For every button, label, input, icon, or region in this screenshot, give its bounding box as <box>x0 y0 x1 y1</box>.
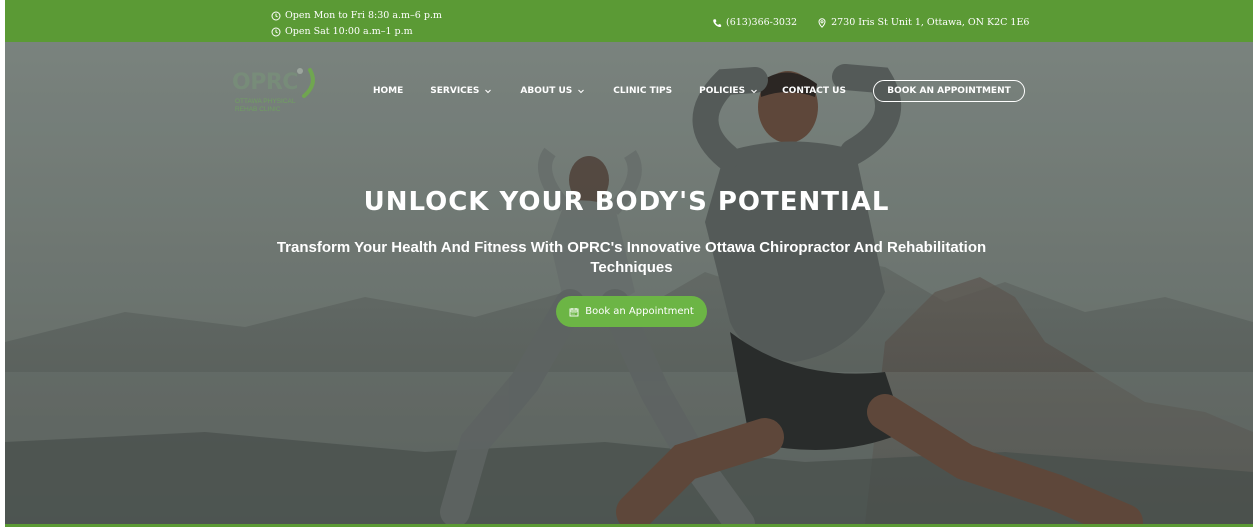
nav-services-label: SERVICES <box>430 86 480 96</box>
book-appointment-cta-button[interactable]: Book an Appointment <box>556 296 707 327</box>
hero-dark-overlay <box>5 42 1253 524</box>
chevron-down-icon <box>577 87 585 95</box>
nav-clinic-tips[interactable]: CLINIC TIPS <box>613 86 672 96</box>
chevron-down-icon <box>484 87 492 95</box>
chevron-down-icon <box>750 87 758 95</box>
logo-tagline-line2: Rehab Clinic <box>235 106 281 113</box>
phone-link[interactable]: (613)366-3032 <box>712 17 797 28</box>
logo-tagline: Ottawa Physical Rehab Clinic <box>235 98 315 114</box>
book-appointment-cta-label: Book an Appointment <box>585 306 694 317</box>
hours-weekday: Open Mon to Fri 8:30 a.m–6 p.m <box>271 8 442 24</box>
book-appointment-nav-label: BOOK AN APPOINTMENT <box>887 86 1011 96</box>
hours-saturday-text: Open Sat 10:00 a.m–1 p.m <box>285 26 413 37</box>
hero-headline: UNLOCK YOUR BODY'S POTENTIAL <box>363 187 890 217</box>
nav-contact-us[interactable]: CONTACT US <box>782 86 846 96</box>
address-link[interactable]: 2730 Iris St Unit 1, Ottawa, ON K2C 1E6 <box>817 17 1029 28</box>
logo-tagline-line1: Ottawa Physical <box>235 98 296 105</box>
calendar-icon <box>569 307 579 317</box>
address-text: 2730 Iris St Unit 1, Ottawa, ON K2C 1E6 <box>831 17 1030 28</box>
nav-services[interactable]: SERVICES <box>430 86 492 96</box>
hero-subheadline: Transform Your Health And Fitness With O… <box>276 239 987 276</box>
top-info-bar: Open Mon to Fri 8:30 a.m–6 p.m Open Sat … <box>5 0 1253 42</box>
nav-about-us-label: ABOUT US <box>520 86 573 96</box>
nav-contact-us-label: CONTACT US <box>782 86 846 96</box>
clock-icon <box>271 27 281 37</box>
opening-hours: Open Mon to Fri 8:30 a.m–6 p.m Open Sat … <box>271 8 442 40</box>
contact-info: (613)366-3032 2730 Iris St Unit 1, Ottaw… <box>712 17 1029 28</box>
nav-home[interactable]: HOME <box>373 86 403 96</box>
main-navigation: HOME SERVICES ABOUT US CLINIC TIPS POLIC… <box>373 86 846 96</box>
nav-home-label: HOME <box>373 86 404 96</box>
nav-policies[interactable]: POLICIES <box>699 86 758 96</box>
location-pin-icon <box>817 17 827 28</box>
hero-background-image <box>5 42 1253 524</box>
hours-weekday-text: Open Mon to Fri 8:30 a.m–6 p.m <box>285 10 442 21</box>
oprc-logo[interactable]: OPRC Ottawa Physical Rehab Clinic <box>232 64 322 124</box>
page: Open Mon to Fri 8:30 a.m–6 p.m Open Sat … <box>0 0 1253 527</box>
book-appointment-nav-button[interactable]: BOOK AN APPOINTMENT <box>873 80 1025 102</box>
nav-policies-label: POLICIES <box>699 86 746 96</box>
hours-saturday: Open Sat 10:00 a.m–1 p.m <box>271 24 442 40</box>
nav-about-us[interactable]: ABOUT US <box>520 86 585 96</box>
logo-swoosh-icon <box>297 68 315 98</box>
clock-icon <box>271 11 281 21</box>
nav-clinic-tips-label: CLINIC TIPS <box>613 86 673 96</box>
phone-icon <box>712 18 722 28</box>
phone-number: (613)366-3032 <box>726 17 798 28</box>
